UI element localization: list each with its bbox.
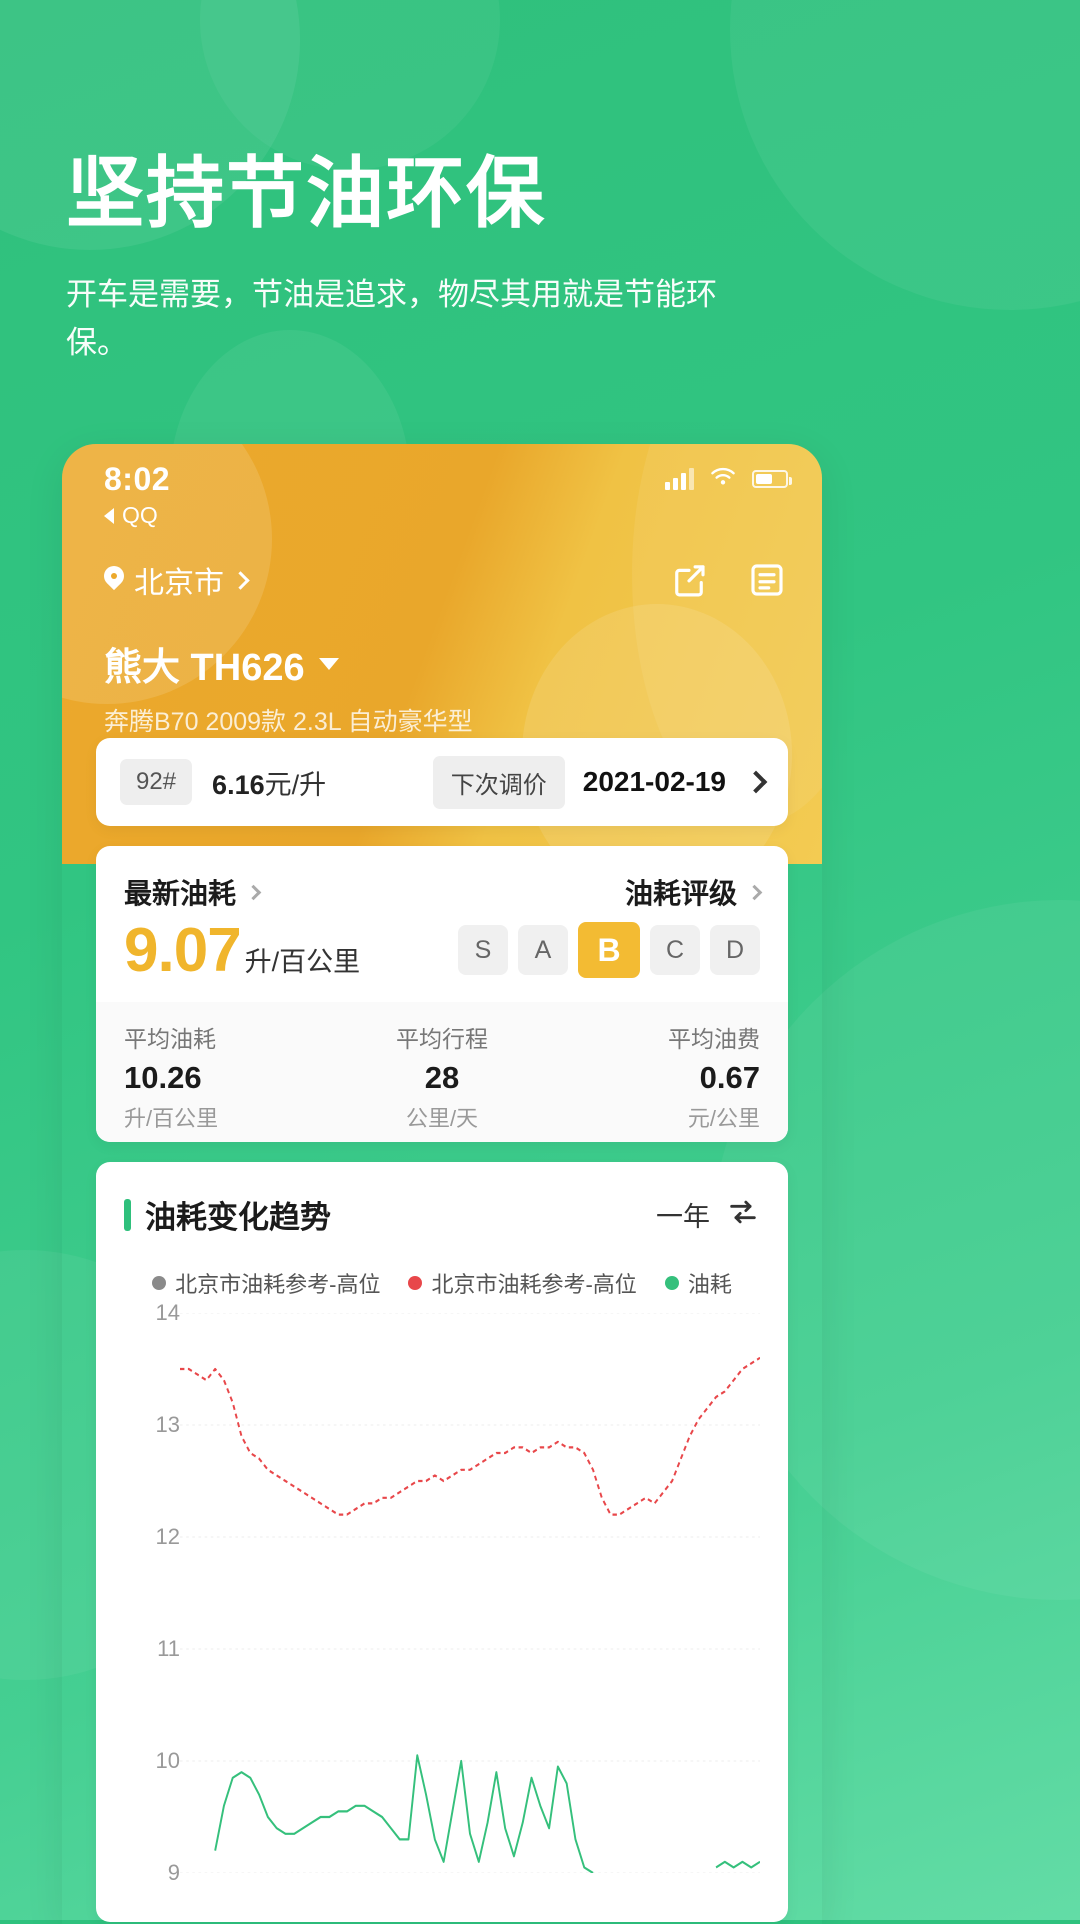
- trend-card-header: 油耗变化趋势 一年: [96, 1162, 788, 1237]
- next-adjust-date: 2021-02-19: [582, 766, 726, 797]
- chart-series-line: [180, 1356, 760, 1516]
- stat-title: 平均行程: [396, 1026, 488, 1052]
- stat-value: 28: [424, 1060, 460, 1095]
- latest-consumption-label: 最新油耗: [124, 878, 237, 909]
- promo-copy: 坚持节油环保 开车是需要，节油是追求，物尽其用就是节能环保。: [66, 149, 966, 367]
- stat-value: 0.67: [699, 1060, 760, 1095]
- chevron-right-icon: [746, 884, 763, 900]
- chart-y-tick: 11: [157, 1636, 180, 1661]
- chart-y-tick: 14: [155, 1300, 180, 1325]
- back-app-label: QQ: [122, 502, 158, 528]
- grade-option-c[interactable]: C: [650, 925, 700, 975]
- consumption-value: 9.07: [124, 916, 242, 985]
- legend-item: 北京市油耗参考-高位: [152, 1267, 380, 1299]
- share-icon[interactable]: [668, 559, 710, 601]
- consumption-stats: 平均油耗 10.26 升/百公里 平均行程 28 公里/天 平均油费 0.67 …: [96, 1002, 788, 1142]
- legend-label: 北京市油耗参考-高位: [175, 1272, 381, 1297]
- legend-swatch: [152, 1276, 167, 1290]
- status-indicators: [665, 465, 792, 494]
- car-selector[interactable]: 熊大 TH626: [104, 636, 339, 691]
- legend-item: 北京市油耗参考-高位: [408, 1267, 637, 1299]
- fuel-grade-tag: 92#: [120, 759, 193, 805]
- stat-title: 平均油费: [668, 1026, 760, 1052]
- status-bar: 8:02: [62, 456, 822, 502]
- stat-unit: 公里/天: [405, 1106, 479, 1131]
- consumption-values-row: 9.07 升/百公里 S A B C D: [96, 912, 788, 982]
- back-to-app-button[interactable]: QQ: [104, 502, 158, 529]
- chevron-right-icon: [231, 570, 250, 590]
- phone-screen: 8:02 QQ 北京市 熊大 TH626 奔腾B70 2009款 2.3L 自动…: [62, 444, 822, 1924]
- wifi-icon: [708, 465, 738, 494]
- chart-y-tick: 13: [155, 1412, 180, 1437]
- stat-item: 平均油费 0.67 元/公里: [548, 1020, 760, 1133]
- legend-swatch: [408, 1276, 423, 1290]
- grade-option-s[interactable]: S: [458, 925, 508, 975]
- fuel-price-card[interactable]: 92# 6.16元/升 下次调价 2021-02-19: [96, 738, 788, 826]
- grade-option-a[interactable]: A: [518, 925, 568, 975]
- rating-label: 油耗评级: [624, 878, 737, 909]
- promo-subtitle: 开车是需要，节油是追求，物尽其用就是节能环保。: [66, 277, 717, 361]
- price-number: 6.16: [212, 769, 265, 800]
- stat-unit: 升/百公里: [124, 1106, 219, 1131]
- chart-legend: 北京市油耗参考-高位 北京市油耗参考-高位 油耗: [96, 1267, 788, 1299]
- price-unit: 元/升: [264, 769, 327, 800]
- consumption-unit: 升/百公里: [244, 947, 361, 977]
- car-name-label: 熊大 TH626: [104, 647, 305, 689]
- legend-label: 北京市油耗参考-高位: [431, 1272, 637, 1297]
- legend-label: 油耗: [687, 1272, 732, 1297]
- trend-title: 油耗变化趋势: [145, 1200, 331, 1235]
- latest-consumption-link[interactable]: 最新油耗: [124, 872, 262, 912]
- chart-area: 9 10 11 12 13 14: [96, 1300, 788, 1885]
- battery-icon: [752, 470, 792, 488]
- trend-title-group: 油耗变化趋势: [124, 1192, 331, 1237]
- header-actions: [668, 559, 788, 601]
- signal-bars-icon: [665, 468, 694, 490]
- car-model-label: 奔腾B70 2009款 2.3L 自动豪华型: [104, 708, 473, 736]
- city-selector[interactable]: 北京市: [104, 558, 250, 602]
- grade-selector[interactable]: S A B C D: [458, 922, 760, 978]
- trend-range-label: 一年: [656, 1202, 710, 1232]
- consumption-card: 最新油耗 油耗评级 9.07 升/百公里 S A B C D 平均油耗 10.2…: [96, 846, 788, 1142]
- grade-option-d[interactable]: D: [710, 925, 760, 975]
- stat-item: 平均油耗 10.26 升/百公里: [124, 1020, 336, 1133]
- consumption-card-header: 最新油耗 油耗评级: [96, 846, 788, 912]
- fuel-price-value: 6.16元/升: [212, 763, 326, 802]
- trend-range-control[interactable]: 一年: [656, 1195, 760, 1234]
- chart-y-tick: 12: [155, 1524, 180, 1549]
- caret-down-icon: [318, 657, 339, 670]
- consumption-value-group: 9.07 升/百公里: [124, 920, 360, 982]
- chevron-right-icon: [245, 884, 262, 900]
- chevron-right-icon[interactable]: [744, 770, 768, 794]
- stat-unit: 元/公里: [687, 1106, 760, 1131]
- stat-value: 10.26: [124, 1060, 202, 1095]
- phone-mockup: 8:02 QQ 北京市 熊大 TH626 奔腾B70 2009款 2.3L 自动…: [62, 444, 822, 1924]
- accent-bar: [124, 1198, 131, 1231]
- location-pin-icon: [104, 566, 124, 594]
- grade-option-b[interactable]: B: [578, 922, 640, 978]
- promo-title: 坚持节油环保: [66, 149, 547, 237]
- stat-item: 平均行程 28 公里/天: [336, 1020, 548, 1133]
- status-time: 8:02: [104, 460, 171, 497]
- stat-title: 平均油耗: [124, 1026, 216, 1052]
- chart-y-tick: 10: [155, 1748, 180, 1773]
- next-adjust-tag: 下次调价: [432, 755, 565, 809]
- back-arrow-icon: [104, 507, 114, 524]
- chart-series-line: [214, 1754, 760, 1873]
- rating-link[interactable]: 油耗评级: [624, 872, 763, 912]
- city-label: 北京市: [134, 567, 224, 600]
- chart-y-axis: 9 10 11 12 13 14: [124, 1300, 180, 1885]
- list-icon[interactable]: [746, 559, 788, 601]
- chart-plot: [180, 1313, 760, 1873]
- legend-swatch: [664, 1276, 679, 1290]
- chart-y-tick: 9: [167, 1860, 180, 1885]
- header-top-row: 北京市: [104, 558, 788, 602]
- swap-vertical-icon[interactable]: [726, 1195, 760, 1234]
- legend-item: 油耗: [664, 1267, 732, 1299]
- trend-card: 油耗变化趋势 一年 北京市油耗参考-高位 北京市油耗参考-高位 油耗 9 10 …: [96, 1162, 788, 1922]
